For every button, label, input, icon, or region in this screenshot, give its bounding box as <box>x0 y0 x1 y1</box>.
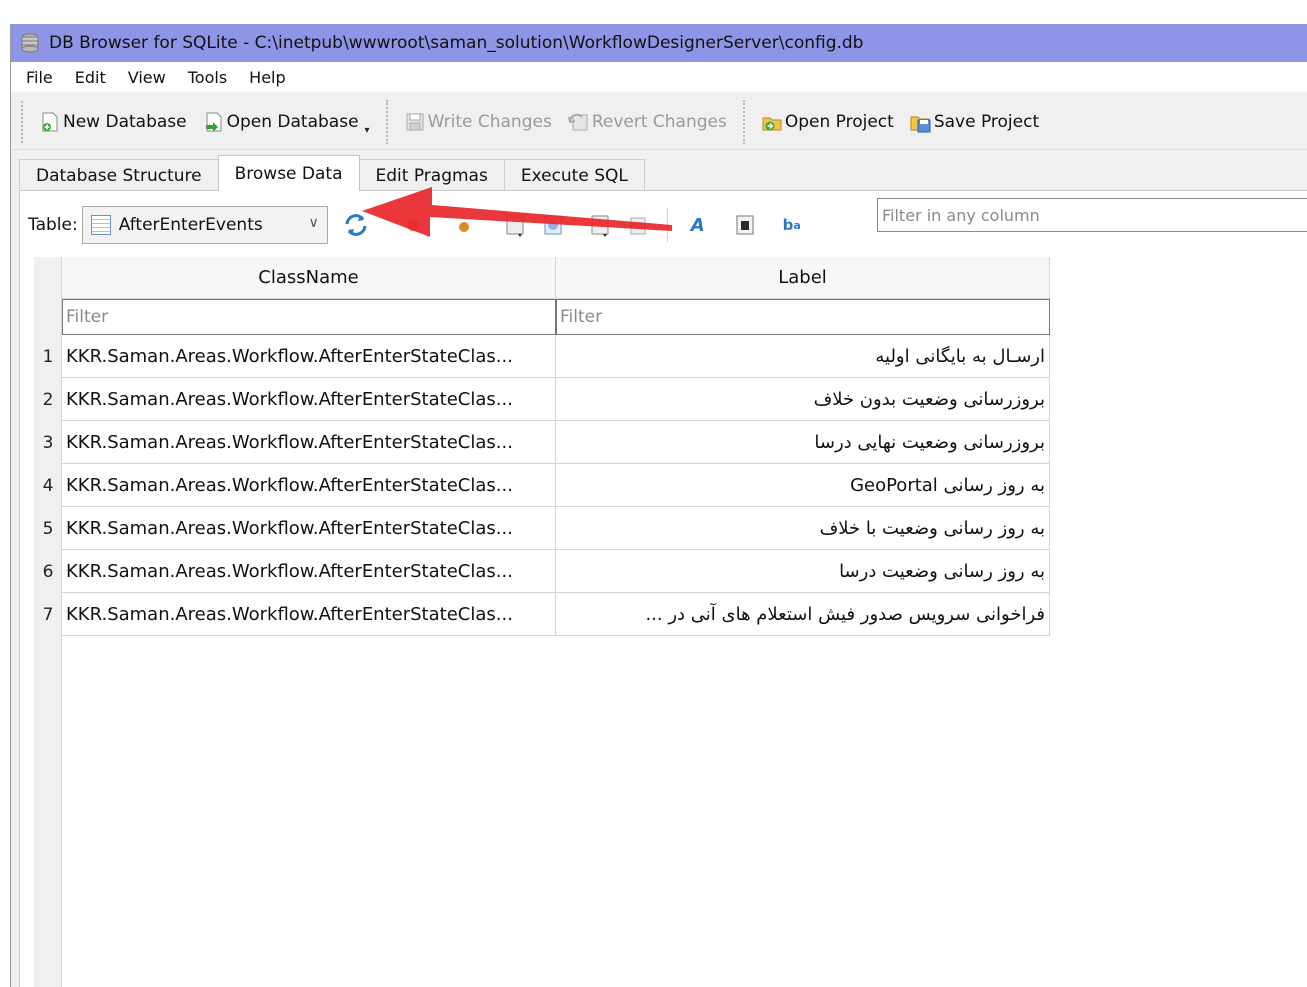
cell-classname[interactable]: KKR.Saman.Areas.Workflow.AfterEnterState… <box>62 378 556 421</box>
toolbar-separator-2 <box>742 99 745 144</box>
delete-record-icon[interactable] <box>586 211 614 239</box>
table-select[interactable]: AfterEnterEvents ∨ <box>81 206 328 244</box>
cell-label[interactable]: به روز رسانی GeoPortal <box>556 464 1050 507</box>
open-database-label: Open Database <box>226 111 359 132</box>
column-header-label[interactable]: Label <box>556 257 1050 299</box>
cell-label[interactable]: به روز رسانی وضعیت درسا <box>556 550 1050 593</box>
cell-label[interactable]: بروزرسانی وضعیت بدون خلاف <box>556 378 1050 421</box>
row-number[interactable]: 4 <box>34 464 62 507</box>
row-number[interactable]: 2 <box>34 378 62 421</box>
table-row[interactable]: 5 KKR.Saman.Areas.Workflow.AfterEnterSta… <box>34 507 1050 550</box>
chevron-down-icon: ∨ <box>308 215 319 231</box>
main-tabs: Database Structure Browse Data Edit Prag… <box>19 155 645 191</box>
write-changes-icon <box>404 111 426 133</box>
new-database-button[interactable]: New Database <box>31 102 195 142</box>
tab-execute-sql[interactable]: Execute SQL <box>503 159 645 191</box>
refresh-icon[interactable] <box>342 211 370 239</box>
cell-classname[interactable]: KKR.Saman.Areas.Workflow.AfterEnterState… <box>62 421 556 464</box>
toolbar-grip[interactable] <box>21 100 25 143</box>
copy-icon[interactable] <box>624 211 652 239</box>
table-icon <box>90 215 111 235</box>
row-number[interactable]: 6 <box>34 550 62 593</box>
cell-label[interactable]: به روز رسانی وضعیت با خلاف <box>556 507 1050 550</box>
table-label: Table: <box>28 215 78 235</box>
filter-any-column-input[interactable] <box>877 198 1307 232</box>
filter-label-input[interactable] <box>556 299 1050 335</box>
write-changes-label: Write Changes <box>427 111 552 132</box>
clear-filters-icon[interactable] <box>399 211 427 239</box>
cell-label[interactable]: بروزرسانی وضعیت نهایی درسا <box>556 421 1050 464</box>
cell-classname[interactable]: KKR.Saman.Areas.Workflow.AfterEnterState… <box>62 335 556 378</box>
table-select-value: AfterEnterEvents <box>118 215 263 235</box>
cell-classname[interactable]: KKR.Saman.Areas.Workflow.AfterEnterState… <box>62 507 556 550</box>
save-project-label: Save Project <box>933 111 1040 132</box>
table-row[interactable]: 6 KKR.Saman.Areas.Workflow.AfterEnterSta… <box>34 550 1050 593</box>
new-database-label: New Database <box>63 111 187 132</box>
open-project-icon <box>761 111 783 133</box>
open-database-button[interactable]: Open Database ▾ <box>195 102 378 142</box>
open-project-label: Open Project <box>784 111 894 132</box>
cell-classname[interactable]: KKR.Saman.Areas.Workflow.AfterEnterState… <box>62 550 556 593</box>
open-database-icon <box>203 111 225 133</box>
browse-toolbar-separator <box>666 208 669 242</box>
save-filter-icon[interactable] <box>450 211 478 239</box>
browse-data-panel: Table: AfterEnterEvents ∨ A b a Filter i… <box>19 190 1307 987</box>
tab-edit-pragmas[interactable]: Edit Pragmas <box>358 159 505 191</box>
app-window: DB Browser for SQLite - C:\inetpub\wwwro… <box>10 24 1307 987</box>
menu-edit[interactable]: Edit <box>64 68 117 87</box>
insert-record-icon[interactable] <box>539 211 567 239</box>
table-row[interactable]: 1 KKR.Saman.Areas.Workflow.AfterEnterSta… <box>34 335 1050 378</box>
print-icon[interactable] <box>501 211 529 239</box>
row-number[interactable]: 7 <box>34 593 62 636</box>
table-row[interactable]: 2 KKR.Saman.Areas.Workflow.AfterEnterSta… <box>34 378 1050 421</box>
main-toolbar: New Database Open Database ▾ Write Chang… <box>11 94 1307 150</box>
menu-help[interactable]: Help <box>238 68 296 87</box>
save-project-button[interactable]: Save Project <box>902 102 1047 142</box>
cell-label[interactable]: ارسـال به بایگانی اولیه <box>556 335 1050 378</box>
title-bar: DB Browser for SQLite - C:\inetpub\wwwro… <box>11 24 1307 62</box>
open-project-button[interactable]: Open Project <box>753 102 902 142</box>
menu-bar: File Edit View Tools Help <box>11 62 1307 92</box>
find-replace-icon[interactable] <box>731 211 759 239</box>
table-row[interactable]: 4 KKR.Saman.Areas.Workflow.AfterEnterSta… <box>34 464 1050 507</box>
window-title: DB Browser for SQLite - C:\inetpub\wwwro… <box>49 33 864 53</box>
find-icon[interactable]: A <box>684 211 712 239</box>
table-row[interactable]: 3 KKR.Saman.Areas.Workflow.AfterEnterSta… <box>34 421 1050 464</box>
open-database-dropdown-icon[interactable]: ▾ <box>365 125 370 136</box>
tab-browse-data[interactable]: Browse Data <box>217 155 360 191</box>
tab-database-structure[interactable]: Database Structure <box>19 159 219 191</box>
save-project-icon <box>910 111 932 133</box>
row-number[interactable]: 5 <box>34 507 62 550</box>
database-app-icon <box>19 32 41 54</box>
table-row[interactable]: 7 KKR.Saman.Areas.Workflow.AfterEnterSta… <box>34 593 1050 636</box>
cell-classname[interactable]: KKR.Saman.Areas.Workflow.AfterEnterState… <box>62 464 556 507</box>
menu-tools[interactable]: Tools <box>177 68 238 87</box>
revert-changes-icon <box>567 111 590 133</box>
cell-classname[interactable]: KKR.Saman.Areas.Workflow.AfterEnterState… <box>62 593 556 636</box>
revert-changes-label: Revert Changes <box>591 111 727 132</box>
set-encoding-icon[interactable]: ba <box>778 211 806 239</box>
column-header-classname[interactable]: ClassName <box>62 257 556 299</box>
filter-classname-input[interactable] <box>62 299 556 335</box>
row-number[interactable]: 1 <box>34 335 62 378</box>
row-number[interactable]: 3 <box>34 421 62 464</box>
new-database-icon <box>39 111 61 133</box>
revert-changes-button[interactable]: Revert Changes <box>560 102 735 142</box>
menu-file[interactable]: File <box>15 68 64 87</box>
cell-label[interactable]: فراخوانی سرویس صدور فیش استعلام های آنی … <box>556 593 1050 636</box>
menu-view[interactable]: View <box>117 68 177 87</box>
write-changes-button[interactable]: Write Changes <box>396 102 560 142</box>
toolbar-separator <box>385 99 388 144</box>
